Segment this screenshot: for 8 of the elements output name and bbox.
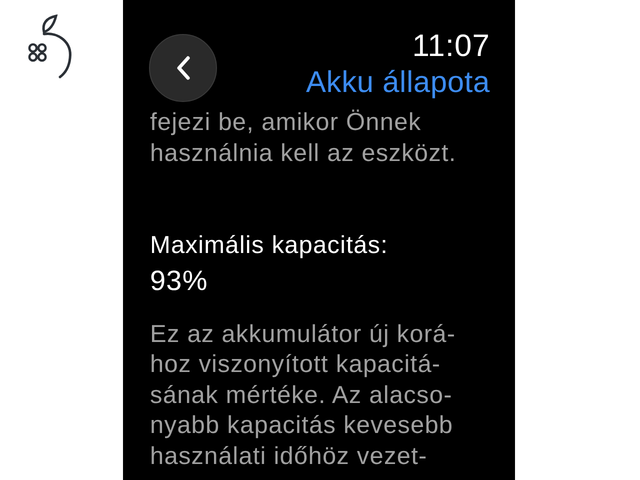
capacity-label: Maximális kapacitás: — [150, 231, 390, 261]
description-text: Ez az akkumulátor új korá- hoz viszonyított kapacitá- sának mértéke. Az alacso- nyabb kapacitás kevesebb használati időhöz vezet- — [150, 320, 457, 472]
description-text: fejezi be, amikor Önnek használnia kell az eszközt. — [150, 108, 458, 168]
capacity-value: 93% — [150, 264, 209, 298]
screen-title: Akku állapota — [306, 65, 490, 101]
chevron-left-icon — [175, 55, 191, 81]
clock-time: 11:07 — [411, 28, 490, 64]
apple-logo-icon — [28, 14, 74, 80]
